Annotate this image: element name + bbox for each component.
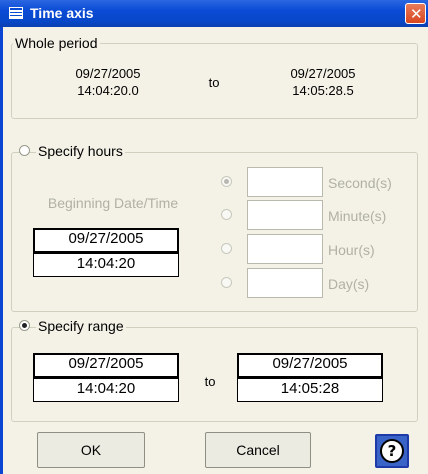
unit-radio-days[interactable] (221, 277, 232, 288)
range-end-date[interactable]: 09/27/2005 (237, 353, 383, 378)
days-input[interactable] (247, 268, 323, 298)
days-label: Day(s) (328, 276, 370, 292)
range-start-time[interactable]: 14:04:20 (33, 378, 179, 402)
hours-input[interactable] (247, 234, 323, 264)
minutes-label: Minute(s) (328, 208, 387, 224)
whole-period-end-time: 14:05:28.5 (292, 83, 354, 98)
window-border (0, 27, 3, 474)
whole-period-end-date: 09/27/2005 (290, 66, 356, 81)
specify-range-legend[interactable]: Specify range (36, 318, 126, 334)
hours-begin-date[interactable]: 09/27/2005 (33, 228, 179, 253)
window-icon (9, 7, 23, 19)
minutes-input[interactable] (247, 200, 323, 230)
seconds-label: Second(s) (328, 175, 392, 191)
unit-radio-hours[interactable] (221, 243, 232, 254)
seconds-input[interactable] (247, 167, 323, 197)
help-button[interactable]: ? (375, 434, 409, 468)
close-icon: ✕ (410, 5, 423, 23)
hours-begin-time[interactable]: 14:04:20 (33, 253, 179, 277)
whole-period-start-date: 09/27/2005 (75, 66, 141, 81)
beginning-datetime-label: Beginning Date/Time (47, 195, 179, 211)
range-end-time[interactable]: 14:05:28 (237, 378, 383, 402)
ok-button[interactable]: OK (37, 432, 145, 468)
range-start-date[interactable]: 09/27/2005 (33, 353, 179, 378)
help-icon: ? (380, 439, 404, 463)
specify-hours-radio[interactable] (19, 145, 30, 156)
unit-radio-minutes[interactable] (221, 209, 232, 220)
hours-label: Hour(s) (328, 242, 375, 258)
window-title: Time axis (30, 5, 94, 21)
specify-hours-legend[interactable]: Specify hours (36, 143, 125, 159)
cancel-button[interactable]: Cancel (205, 432, 311, 468)
whole-period-start-time: 14:04:20.0 (77, 83, 139, 98)
whole-period-legend: Whole period (13, 35, 100, 51)
close-button[interactable]: ✕ (405, 3, 426, 24)
range-to: to (204, 374, 216, 389)
specify-range-radio[interactable] (19, 320, 30, 331)
title-bar: Time axis ✕ (0, 0, 428, 27)
whole-period-to: to (208, 75, 220, 90)
unit-radio-seconds[interactable] (221, 176, 232, 187)
